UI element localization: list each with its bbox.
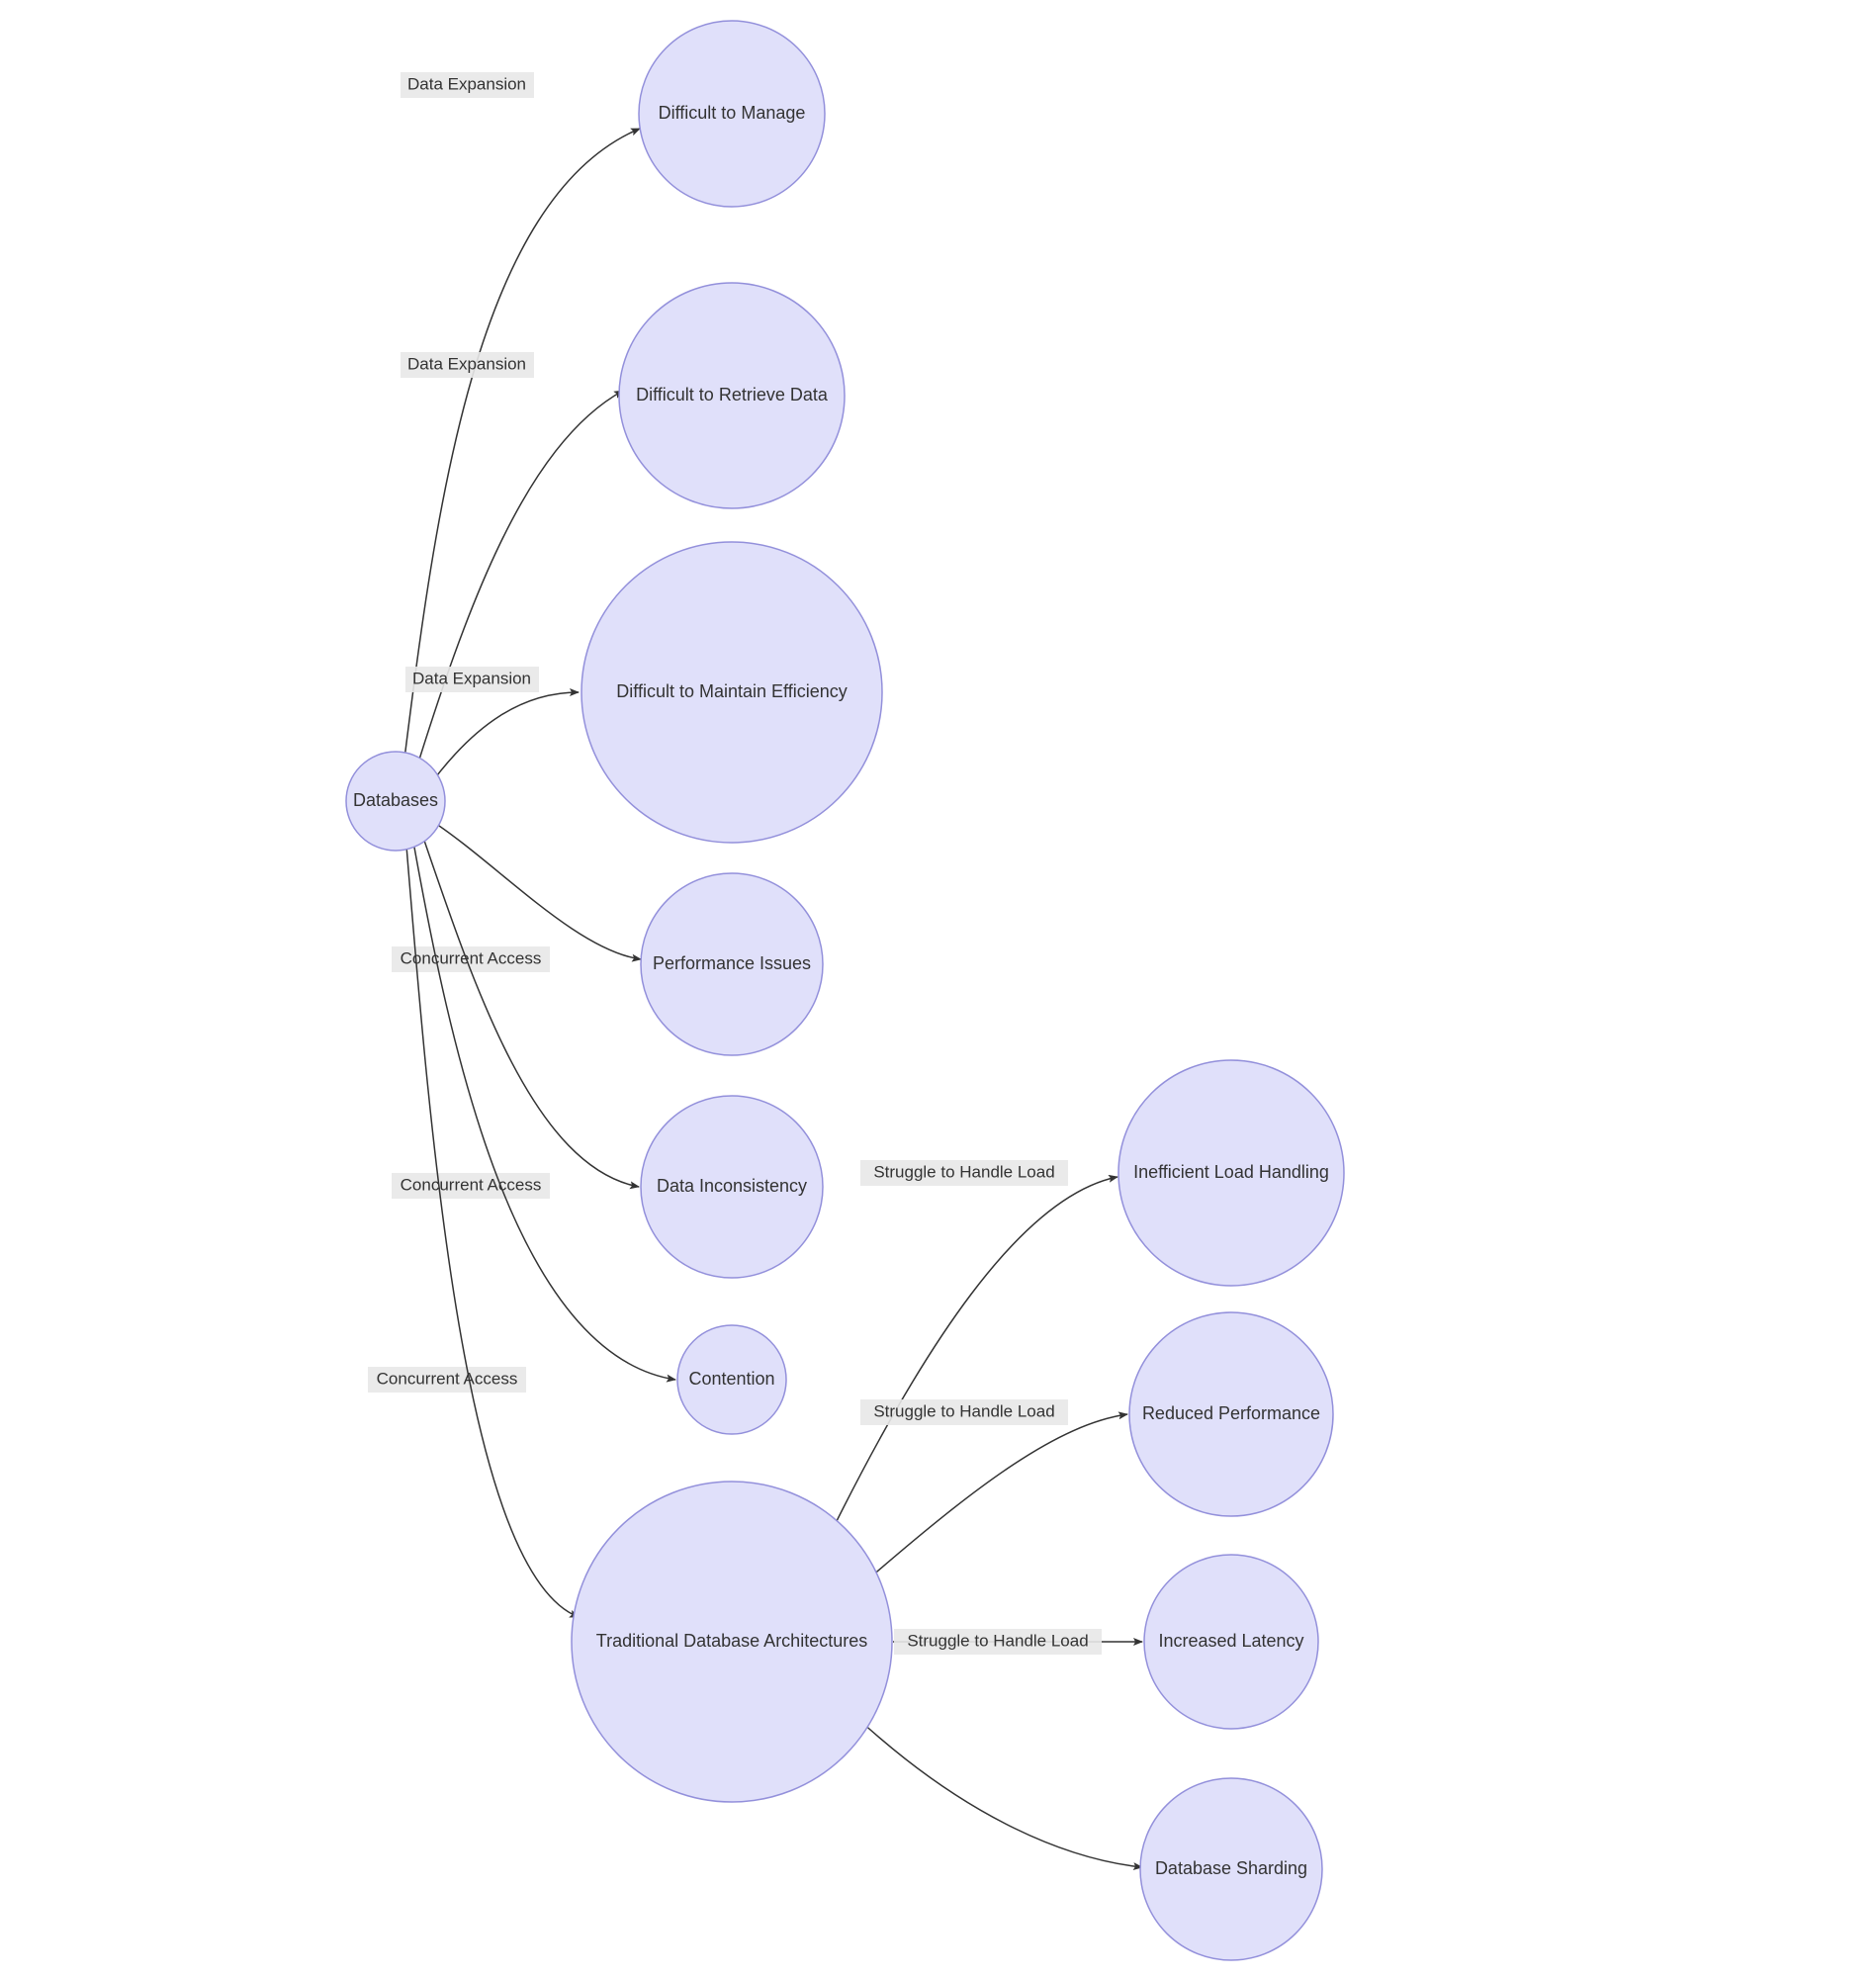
node-label: Traditional Database Architectures — [596, 1631, 867, 1651]
node-label: Performance Issues — [653, 953, 811, 973]
edge-traditional-inefficient-load: Struggle to Handle Load — [836, 1160, 1117, 1523]
edge-databases-performance-issues: Concurrent Access — [392, 818, 641, 972]
node-databases: Databases — [346, 752, 445, 851]
node-label: Difficult to Maintain Efficiency — [616, 681, 847, 701]
node-label: Reduced Performance — [1142, 1403, 1320, 1423]
edge-label: Data Expansion — [412, 669, 531, 687]
edge-label: Concurrent Access — [377, 1369, 518, 1388]
edge-traditional-db-sharding — [860, 1721, 1142, 1867]
edge-traditional-reduced-perf: Struggle to Handle Load — [860, 1399, 1127, 1577]
edge-traditional-increased-latency: Struggle to Handle Load — [893, 1629, 1142, 1655]
edge-label: Data Expansion — [407, 74, 526, 93]
node-label: Contention — [688, 1369, 774, 1389]
edge-label: Concurrent Access — [401, 1175, 542, 1194]
node-traditional-arch: Traditional Database Architectures — [572, 1482, 892, 1802]
node-db-sharding: Database Sharding — [1140, 1778, 1322, 1960]
edge-label: Struggle to Handle Load — [907, 1631, 1088, 1650]
node-label: Databases — [353, 790, 438, 810]
node-inefficient-load: Inefficient Load Handling — [1118, 1060, 1344, 1286]
node-label: Difficult to Manage — [659, 103, 806, 123]
diagram-canvas: Data Expansion Data Expansion Data Expan… — [0, 0, 1876, 1978]
node-contention: Contention — [677, 1325, 786, 1434]
node-difficult-manage: Difficult to Manage — [639, 21, 825, 207]
edge-label: Concurrent Access — [401, 948, 542, 967]
edge-label: Struggle to Handle Load — [873, 1401, 1054, 1420]
node-label: Difficult to Retrieve Data — [636, 385, 829, 405]
node-label: Database Sharding — [1155, 1858, 1307, 1878]
node-label: Data Inconsistency — [657, 1176, 807, 1196]
edge-label: Struggle to Handle Load — [873, 1162, 1054, 1181]
node-difficult-efficiency: Difficult to Maintain Efficiency — [581, 542, 882, 843]
edge-label: Data Expansion — [407, 354, 526, 373]
node-data-inconsistency: Data Inconsistency — [641, 1096, 823, 1278]
node-label: Increased Latency — [1158, 1631, 1303, 1651]
node-increased-latency: Increased Latency — [1144, 1555, 1318, 1729]
node-performance-issues: Performance Issues — [641, 873, 823, 1055]
edge-databases-data-inconsistency: Concurrent Access — [392, 826, 639, 1199]
node-reduced-perf: Reduced Performance — [1129, 1312, 1333, 1516]
node-difficult-retrieve: Difficult to Retrieve Data — [619, 283, 845, 508]
edge-databases-contention: Concurrent Access — [368, 831, 675, 1393]
node-label: Inefficient Load Handling — [1133, 1162, 1329, 1182]
